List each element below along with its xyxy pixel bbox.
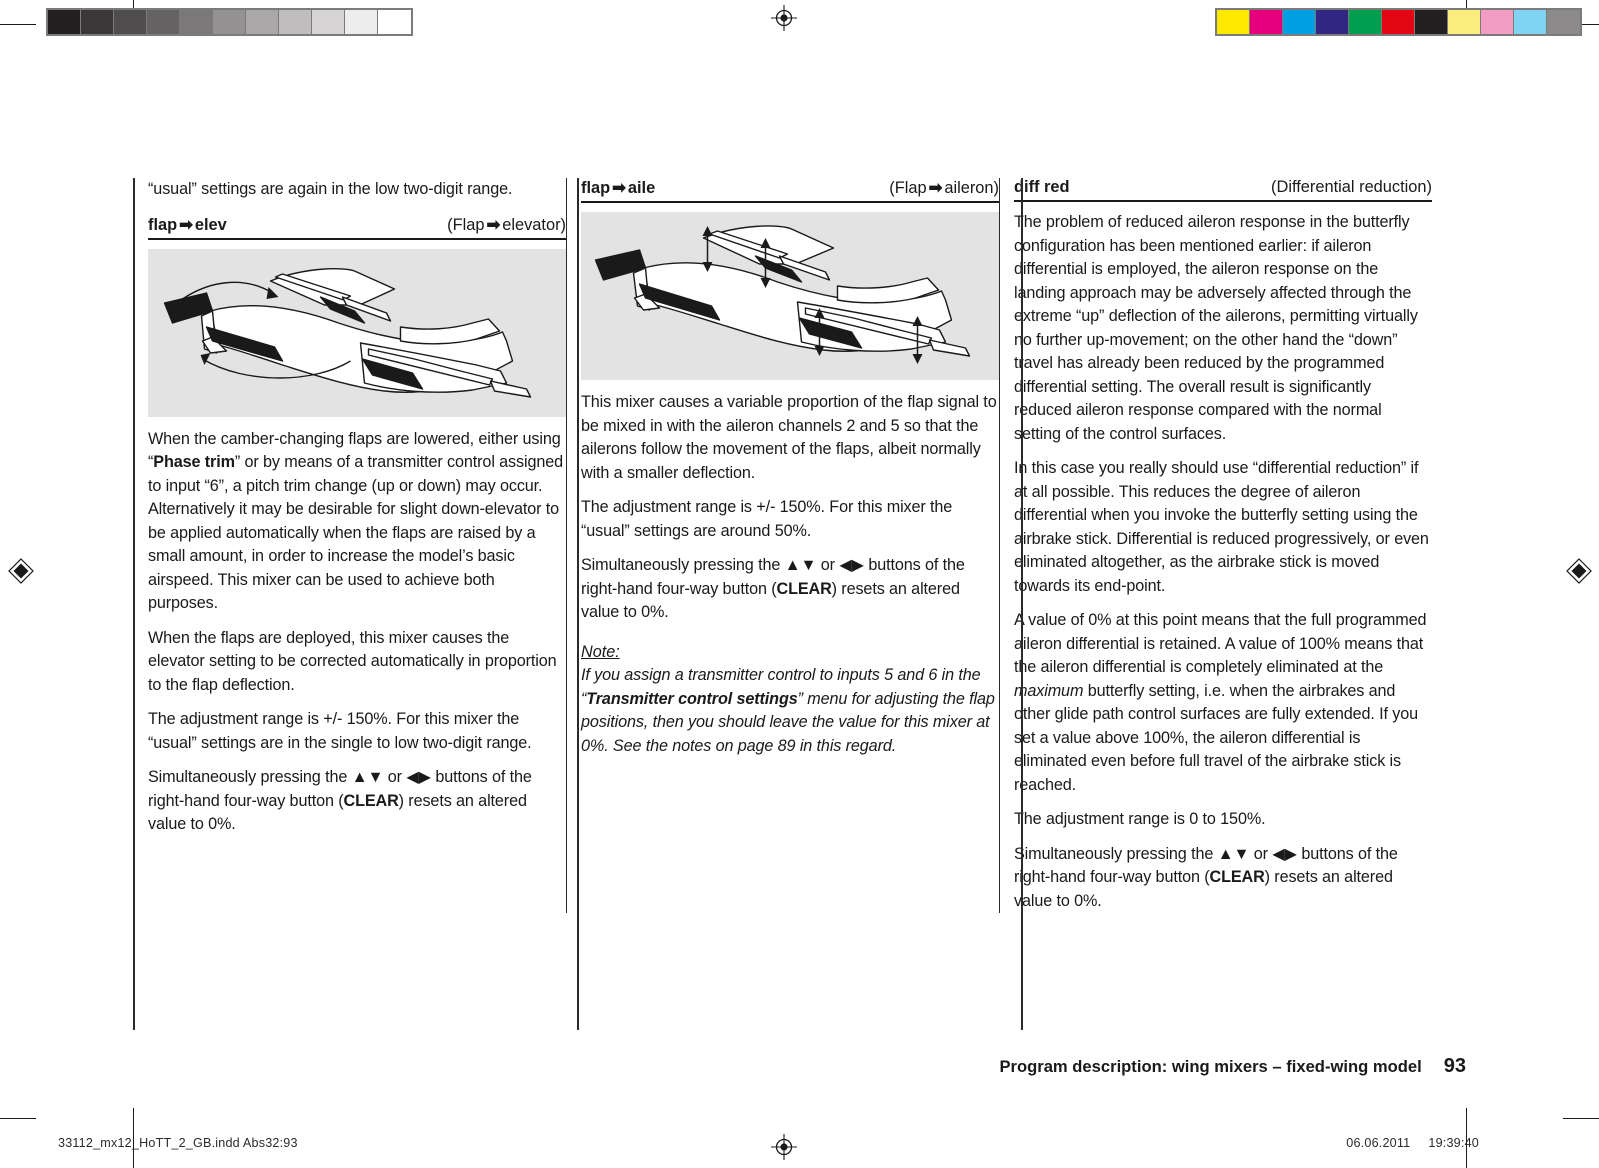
up-down-arrows-icon: ▲▼ bbox=[1217, 844, 1250, 863]
para3-before: A value of 0% at this point means that t… bbox=[1014, 611, 1427, 676]
heading-flap-aile: flap ➡ aile (Flap ➡ aileron) bbox=[581, 178, 999, 203]
heading-diff-red: diff red (Differential reduction) bbox=[1014, 178, 1432, 202]
bold-phase-trim: Phase trim bbox=[153, 453, 235, 471]
mixer-name: flap bbox=[148, 215, 178, 234]
clear-button-label: CLEAR bbox=[343, 791, 399, 810]
page-footer: Program description: wing mixers – fixed… bbox=[999, 1055, 1466, 1078]
column-rule-1 bbox=[133, 178, 135, 1030]
arrow-right-icon: ➡ bbox=[486, 215, 501, 234]
up-down-arrows-icon: ▲▼ bbox=[351, 768, 384, 786]
column-flap-to-aileron: flap ➡ aile (Flap ➡ aileron) This mixer … bbox=[566, 178, 999, 913]
heading-right: (Flap ➡ aileron) bbox=[889, 178, 999, 198]
manual-page: “usual” settings are again in the low tw… bbox=[0, 0, 1599, 1168]
note-text: If you assign a transmitter control to i… bbox=[581, 664, 999, 758]
caption-open: (Flap bbox=[889, 179, 927, 197]
paragraph-4: The adjustment range is 0 to 150%. bbox=[1014, 810, 1266, 828]
note-block: Note: If you assign a transmitter contro… bbox=[581, 641, 999, 759]
left-right-arrows-icon: ◀▶ bbox=[839, 556, 864, 574]
up-down-arrows-icon: ▲▼ bbox=[784, 556, 817, 574]
paragraph-3: A value of 0% at this point means that t… bbox=[1014, 609, 1432, 797]
imprint-date: 06.06.2011 bbox=[1346, 1136, 1411, 1150]
paragraph-1: This mixer causes a variable proportion … bbox=[581, 393, 997, 482]
mixer-target: aile bbox=[627, 179, 656, 197]
three-column-layout: “usual” settings are again in the low tw… bbox=[133, 178, 1467, 913]
figure-flap-to-aileron bbox=[581, 212, 999, 380]
heading-left: flap ➡ aile bbox=[581, 178, 655, 198]
paragraph-4: Simultaneously pressing the ▲▼ or ◀▶ but… bbox=[148, 768, 532, 833]
mixer-target: elev bbox=[194, 215, 227, 234]
left-right-arrows-icon: ◀▶ bbox=[406, 768, 431, 786]
paragraph-5: Simultaneously pressing the ▲▼ or ◀▶ but… bbox=[1014, 844, 1398, 910]
imprint-time: 19:39:40 bbox=[1428, 1136, 1479, 1150]
caption-open: (Flap bbox=[447, 215, 485, 234]
clear-button-label: CLEAR bbox=[776, 579, 832, 598]
heading-caption: (Differential reduction) bbox=[1271, 178, 1432, 196]
arrow-right-icon: ➡ bbox=[928, 179, 943, 197]
note-bold-menu-name: Transmitter control settings bbox=[586, 689, 798, 708]
arrow-right-icon: ➡ bbox=[612, 179, 626, 197]
column-rule-2 bbox=[577, 178, 579, 1030]
paragraph-1: When the camber-changing flaps are lower… bbox=[148, 429, 564, 613]
clear-button-label: CLEAR bbox=[1209, 868, 1265, 886]
paragraph-1: The problem of reduced aileron response … bbox=[1014, 213, 1418, 443]
heading-right: (Flap ➡ elevator) bbox=[447, 215, 566, 235]
heading-flap-elev: flap ➡ elev (Flap ➡ elevator) bbox=[148, 215, 566, 240]
heading-left: flap ➡ elev bbox=[148, 215, 227, 235]
mixer-name: flap bbox=[581, 179, 611, 197]
paragraph-2: In this case you really should use “diff… bbox=[1014, 459, 1429, 595]
imprint-timestamp: 06.06.2011 19:39:40 bbox=[1346, 1136, 1479, 1150]
column-differential-reduction: diff red (Differential reduction) The pr… bbox=[999, 178, 1432, 913]
paragraph-3: The adjustment range is +/- 150%. For th… bbox=[148, 710, 532, 752]
caption-target: aileron) bbox=[944, 179, 999, 197]
figure-flap-to-elevator bbox=[148, 248, 566, 417]
left-right-arrows-icon: ◀▶ bbox=[1272, 844, 1297, 863]
italic-maximum: maximum bbox=[1014, 681, 1084, 700]
caption-target: elevator) bbox=[502, 215, 566, 234]
lead-paragraph: “usual” settings are again in the low tw… bbox=[148, 180, 513, 198]
arrow-right-icon: ➡ bbox=[179, 215, 193, 234]
column-flap-to-elevator: “usual” settings are again in the low tw… bbox=[133, 178, 566, 913]
paragraph-2: The adjustment range is +/- 150%. For th… bbox=[581, 498, 953, 540]
footer-section-title: Program description: wing mixers – fixed… bbox=[999, 1057, 1422, 1076]
page-number: 93 bbox=[1443, 1055, 1466, 1077]
column-rule-3 bbox=[1021, 178, 1023, 1030]
paragraph-3: Simultaneously pressing the ▲▼ or ◀▶ but… bbox=[581, 556, 965, 621]
note-label: Note: bbox=[581, 642, 620, 661]
paragraph-2: When the flaps are deployed, this mixer … bbox=[148, 628, 557, 694]
imprint-filename: 33112_mx12_HoTT_2_GB.indd Abs32:93 bbox=[58, 1136, 298, 1150]
